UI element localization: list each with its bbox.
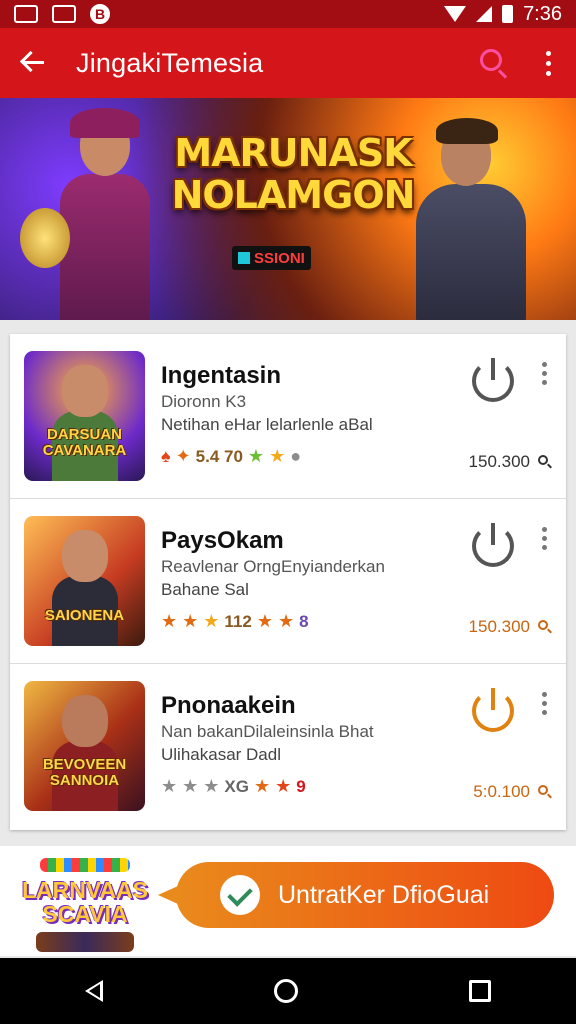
rating-text: 5.4 70 — [195, 446, 243, 466]
download-count-value: 150.300 — [468, 452, 530, 471]
item-menu-icon[interactable] — [536, 362, 552, 392]
star-icon: ★ — [275, 776, 292, 796]
thumbnail-label: DARSUAN CAVANARA — [42, 426, 127, 459]
notification-icon — [14, 5, 38, 23]
rating-text-secondary: 9 — [296, 776, 306, 796]
hero-heroine-illustration — [20, 108, 190, 320]
star-icon: ★ — [182, 776, 199, 796]
download-count-value: 5:0.100 — [473, 782, 530, 801]
search-icon[interactable] — [476, 45, 512, 81]
app-thumbnail: DARSUAN CAVANARA — [24, 351, 145, 481]
app-rating: ♠ ✦ 5.4 70 ★ ★ ● — [161, 446, 301, 467]
rating-text: XG — [224, 776, 249, 796]
star-icon: ★ — [161, 611, 178, 631]
check-icon — [220, 875, 260, 915]
app-name: Pnonaakein — [161, 692, 296, 719]
banner-badge: SSIONI — [232, 246, 311, 270]
thumbnail-label: SAIONENA — [44, 607, 125, 624]
thumbnail-label: BEVOVEEN SANNOIA — [42, 756, 127, 789]
list-item[interactable]: SAIONENA PaysOkam Reavlenar OrngEnyiande… — [10, 499, 566, 664]
hero-banner[interactable]: MARUNASK NOLAMGON SSIONI — [0, 98, 576, 320]
app-thumbnail: BEVOVEEN SANNOIA — [24, 681, 145, 811]
star-icon: ★ — [253, 776, 271, 796]
app-description: Bahane Sal — [161, 580, 249, 599]
star-icon: ★ — [182, 611, 199, 631]
list-item[interactable]: DARSUAN CAVANARA Ingentasin Dioronn K3 N… — [10, 334, 566, 499]
banner-badge-text: SSIONI — [254, 249, 305, 267]
app-rating: ★ ★ ★ XG ★ ★ 9 — [161, 776, 306, 797]
star-icon: ★ — [269, 446, 286, 466]
star-icon: ★ — [203, 611, 220, 631]
magnifier-icon[interactable] — [538, 455, 552, 469]
banner-title-line1: MARUNASK — [174, 131, 412, 175]
download-count: 150.300 — [469, 452, 552, 472]
hero-warrior-illustration — [396, 112, 546, 320]
star-icon: ★ — [278, 611, 295, 631]
star-icon: ★ — [247, 446, 265, 466]
back-arrow-icon[interactable] — [16, 45, 52, 81]
promo-logo-line1: LARNVAAS — [21, 877, 149, 903]
nav-recents-icon[interactable] — [468, 980, 491, 1002]
app-list: DARSUAN CAVANARA Ingentasin Dioronn K3 N… — [10, 334, 566, 830]
app-name: PaysOkam — [161, 527, 284, 554]
banner-title-line2: NOLAMGON — [171, 173, 416, 217]
item-menu-icon[interactable] — [536, 527, 552, 557]
promo-logo-line2: SCAVIA — [42, 901, 128, 927]
app-badge-icon: B — [90, 4, 110, 24]
battery-icon — [502, 5, 514, 23]
wifi-icon — [444, 6, 467, 22]
rating-text-secondary: 8 — [299, 611, 309, 631]
list-item[interactable]: BEVOVEEN SANNOIA Pnonaakein Nan bakanDil… — [10, 664, 566, 829]
app-name: Ingentasin — [161, 362, 282, 389]
app-developer: Dioronn K3 — [161, 392, 247, 411]
promo-bar: LARNVAAS SCAVIA UntratKer DfioGuai — [0, 846, 576, 956]
app-developer: Nan bakanDilaleinsinla Bhat — [161, 722, 374, 741]
badge-icon — [238, 252, 250, 264]
star-icon: ★ — [203, 776, 220, 796]
app-description: Ulihakasar Dadl — [161, 745, 281, 764]
star-icon: ✦ — [175, 446, 191, 466]
download-count: 5:0.100 — [473, 782, 552, 802]
power-install-icon[interactable] — [472, 358, 514, 402]
half-star-icon: ● — [290, 446, 302, 466]
promo-button-label: UntratKer DfioGuai — [278, 880, 490, 909]
image-icon — [52, 5, 76, 23]
power-install-icon[interactable] — [472, 688, 514, 732]
app-description: Netihan eHar lelarlenle aBal — [161, 415, 373, 434]
nav-back-icon[interactable] — [85, 980, 104, 1002]
overflow-menu-icon[interactable] — [536, 45, 560, 81]
banner-title: MARUNASK NOLAMGON — [168, 132, 418, 216]
rating-text: 112 — [224, 611, 252, 631]
magnifier-icon[interactable] — [538, 785, 552, 799]
promo-download-button[interactable]: UntratKer DfioGuai — [158, 862, 554, 928]
system-nav-bar — [0, 958, 576, 1024]
signal-icon — [476, 6, 493, 22]
star-icon: ♠ — [161, 446, 171, 466]
page-title: JingakiTemesia — [76, 47, 264, 78]
download-count-value: 150.300 — [468, 617, 530, 636]
magnifier-icon[interactable] — [538, 620, 552, 634]
status-bar: B 7:36 — [0, 0, 576, 28]
app-developer: Reavlenar OrngEnyianderkan — [161, 557, 385, 576]
star-icon: ★ — [256, 611, 273, 631]
promo-game-logo[interactable]: LARNVAAS SCAVIA — [20, 856, 150, 952]
power-install-icon[interactable] — [472, 523, 514, 567]
app-rating: ★ ★ ★ 112 ★ ★ 8 — [161, 611, 309, 632]
status-time: 7:36 — [523, 2, 562, 25]
download-count: 150.300 — [469, 617, 552, 637]
item-menu-icon[interactable] — [536, 692, 552, 722]
star-icon: ★ — [161, 776, 178, 796]
app-thumbnail: SAIONENA — [24, 516, 145, 646]
app-bar: JingakiTemesia — [0, 28, 576, 98]
nav-home-icon[interactable] — [273, 979, 298, 1003]
